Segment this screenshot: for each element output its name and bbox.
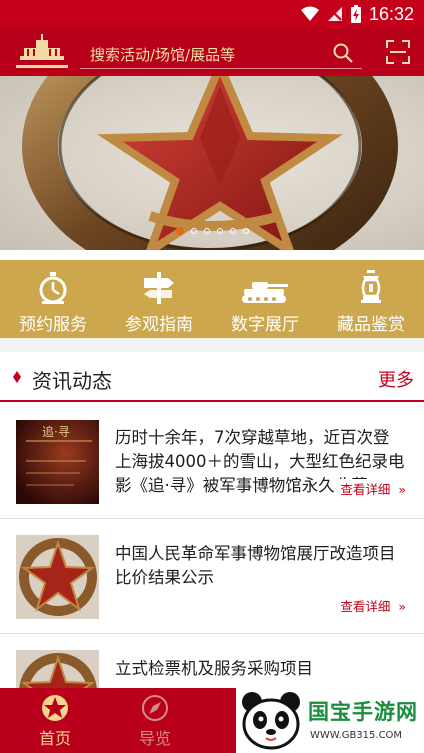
feature-digital-hall[interactable]: 数字展厅 [212,260,318,338]
feature-label: 藏品鉴赏 [337,315,405,335]
view-detail-link[interactable]: 查看详细 » [336,596,406,615]
search-placeholder: 搜索活动/场馆/展品等 [90,46,236,64]
carousel-dot[interactable] [217,228,223,234]
museum-building-icon [20,34,64,60]
no-signal-icon [327,7,342,21]
view-detail-label: 查看详细 [340,482,391,497]
tab-guide[interactable]: 导览 [100,688,210,753]
watermark-url: WWW.GB315.COM [310,730,403,741]
diamond-icon [13,371,21,383]
news-thumbnail [16,535,99,619]
feature-collection[interactable]: 藏品鉴赏 [318,260,424,338]
lantern-icon [361,270,381,303]
scan-icon[interactable] [386,40,410,64]
star-icon [42,695,68,721]
feature-label: 参观指南 [125,315,193,335]
view-detail-link[interactable]: 查看详细 » [336,479,406,498]
feature-reservation[interactable]: 预约服务 [0,260,106,338]
museum-logo[interactable] [12,34,72,70]
news-item[interactable]: 追·寻 历时十余年，7次穿越草地，近百次登上海拔4000＋的雪山，大型红色纪录电… [0,404,424,519]
panda-logo-icon [242,692,300,750]
wifi-icon [300,6,319,21]
watermark: 国宝手游网 WWW.GB315.COM [236,688,424,753]
view-detail-label: 查看详细 [340,599,391,614]
tab-label: 首页 [38,729,71,748]
banner-carousel[interactable] [0,76,424,250]
carousel-dot[interactable] [191,228,197,234]
watermark-text: 国宝手游网 [308,700,418,724]
more-link[interactable]: 更多 [378,366,414,392]
news-section-header: 资讯动态 更多 [0,354,424,402]
compass-icon [142,695,168,721]
carousel-dot[interactable] [204,228,210,234]
carousel-indicators[interactable] [176,227,249,235]
app-header: 搜索活动/场馆/展品等 [0,28,424,76]
thumbnail-caption: 追·寻 [42,424,70,439]
status-bar: 16:32 [0,0,424,28]
signpost-icon [144,272,174,304]
tab-label: 导览 [138,729,171,748]
tab-home[interactable]: 首页 [0,688,110,753]
feature-label: 预约服务 [19,315,87,335]
feature-guide[interactable]: 参观指南 [106,260,212,338]
battery-charging-icon [350,5,361,23]
news-item[interactable]: 中国人民革命军事博物馆展厅改造项目比价结果公示 查看详细 » [0,520,424,634]
chevron-right-icon: » [394,482,406,497]
carousel-dot[interactable] [176,227,184,235]
news-title: 立式检票机及服务采购项目 [115,659,313,678]
military-star-emblem-image [22,76,398,250]
news-thumbnail: 追·寻 [16,420,99,504]
section-divider [0,338,424,352]
search-input[interactable]: 搜索活动/场馆/展品等 [80,37,362,69]
news-section-title: 资讯动态 [32,369,112,393]
chevron-right-icon: » [394,599,406,614]
feature-menu: 预约服务 参观指南 数字展厅 藏品鉴赏 [0,260,424,338]
status-time: 16:32 [368,4,414,24]
stopwatch-icon [39,272,67,304]
search-icon[interactable] [332,42,354,64]
feature-label: 数字展厅 [231,315,299,335]
carousel-dot[interactable] [230,228,236,234]
news-title: 中国人民革命军事博物馆展厅改造项目比价结果公示 [115,544,396,587]
tank-icon [242,282,288,303]
news-item[interactable]: 立式检票机及服务采购项目 [0,635,424,695]
carousel-dot[interactable] [243,228,249,234]
